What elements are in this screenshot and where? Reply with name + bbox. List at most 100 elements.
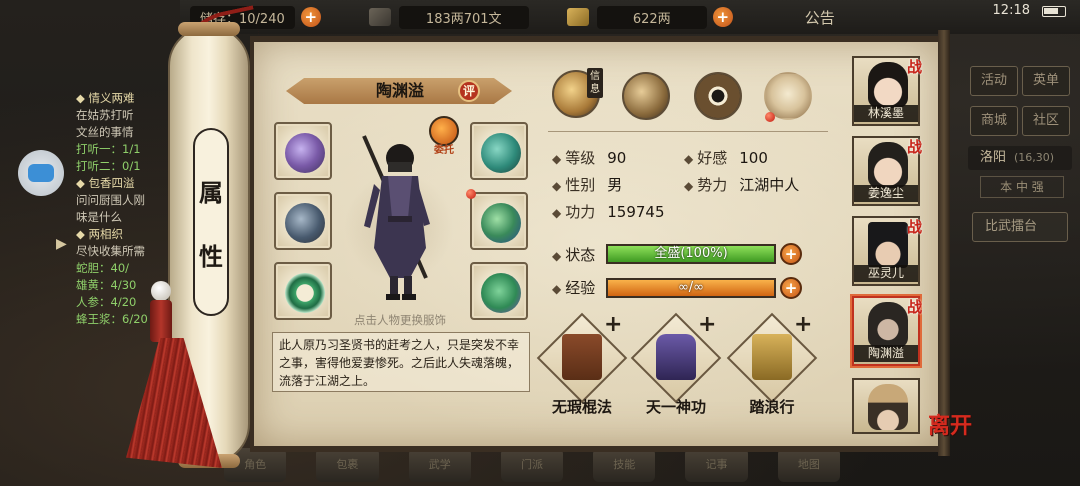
state-add-button[interactable]: + — [780, 243, 802, 265]
gamepad-icon — [28, 164, 54, 182]
bottom-nav-item[interactable]: 记事 — [685, 448, 748, 482]
companion-name: 巫灵儿 — [854, 265, 918, 282]
battery-icon — [1042, 6, 1066, 17]
diamond-bullet-icon: ◆ — [552, 206, 562, 220]
info-tag: 信息 — [587, 68, 603, 98]
notice-button[interactable]: 公告 — [805, 7, 835, 28]
arena-button[interactable]: 比武擂台 — [972, 212, 1068, 242]
equip-slot-gloves[interactable] — [274, 122, 332, 180]
character-description: 此人原乃习圣贤书的赶考之人，只是突发不幸之事，害得他爱妻惨死。之后此人失魂落魄，… — [272, 332, 530, 392]
equip-slot-hat[interactable] — [470, 122, 528, 180]
exp-label: ◆ 经验 — [552, 277, 595, 299]
faction-value: 江湖中人 — [739, 176, 800, 194]
gold-resource: 622两 + — [566, 5, 733, 29]
menu-button[interactable]: 英单 — [1022, 66, 1070, 96]
diamond-bullet-icon: ◆ — [552, 282, 562, 296]
roller-char-1: 属 — [199, 177, 223, 207]
character-sprite — [362, 135, 430, 300]
internal-art-bottle-icon — [656, 334, 696, 380]
gauntlet-icon — [285, 133, 325, 173]
jade-ring-icon — [285, 273, 325, 313]
skill-1-name: 无瑕棍法 — [551, 398, 612, 416]
tassel-bead — [151, 281, 171, 301]
community-button[interactable]: 社区 — [1022, 106, 1070, 136]
power-label: 功力 — [565, 203, 596, 221]
gender-value: 男 — [607, 176, 623, 194]
mall-button[interactable]: 商城 — [970, 106, 1018, 136]
right-side-menu: 活动 英单 商城 社区 洛阳 (16,30) 本 中 强 比武擂台 — [960, 56, 1080, 486]
hat-icon — [481, 133, 521, 173]
skill-3-add-button[interactable]: + — [794, 312, 812, 337]
city-location[interactable]: 洛阳 (16,30) — [968, 146, 1072, 170]
equip-slot-armor[interactable] — [470, 192, 528, 250]
equip-slot-weapon[interactable] — [274, 192, 332, 250]
expand-arrow-icon[interactable]: ▶ — [56, 236, 67, 252]
stat-level: ◆ 等级 90 — [552, 147, 626, 169]
power-value: 159745 — [607, 203, 665, 221]
staff-scroll-icon — [562, 334, 602, 380]
money-icon — [368, 8, 391, 26]
bagua-icon[interactable] — [694, 72, 742, 120]
bottom-nav-item[interactable]: 技能 — [593, 448, 656, 482]
character-portrait[interactable] — [330, 128, 470, 310]
status-clock: 12:18 — [992, 3, 1030, 18]
battle-tag: 战 — [906, 58, 922, 76]
battle-tag: 战 — [906, 218, 922, 236]
skill-2-add-button[interactable]: + — [698, 312, 716, 337]
armor-icon — [481, 203, 521, 243]
pendant-icon — [481, 273, 521, 313]
companion-card[interactable]: 巫灵儿 战 — [852, 216, 922, 286]
stat-gender: ◆ 性别男 — [552, 174, 622, 196]
diamond-bullet-icon: ◆ — [552, 249, 562, 263]
level-label: 等级 — [565, 149, 596, 167]
stat-power: ◆ 功力 159745 — [552, 201, 665, 223]
companion-card[interactable]: 林溪墨 战 — [852, 56, 922, 126]
favor-value: 100 — [739, 149, 768, 167]
money-value: 183两701文 — [398, 5, 529, 29]
roller-char-2: 性 — [199, 241, 223, 271]
skill-1-add-button[interactable]: + — [604, 312, 622, 337]
tassel-knot — [150, 300, 172, 342]
city-coords: (16,30) — [1014, 151, 1055, 164]
state-bar-text: 全盛(100%) — [654, 246, 728, 261]
leave-button[interactable]: 离开 — [926, 406, 974, 446]
state-label: ◆ 状态 — [552, 244, 595, 266]
change-outfit-hint: 点击人物更换服饰 — [354, 313, 446, 327]
gold-add-button[interactable]: + — [712, 7, 733, 27]
storage-add-button[interactable]: + — [300, 7, 321, 27]
state-bar: 全盛(100%) — [606, 244, 776, 264]
companion-portrait — [868, 384, 908, 430]
companion-card[interactable]: 姜逸尘 战 — [852, 136, 922, 206]
exp-label-text: 经验 — [565, 279, 596, 297]
diamond-bullet-icon: ◆ — [552, 179, 562, 193]
skill-2-name: 天一神功 — [645, 398, 706, 416]
dagger-icon — [285, 203, 325, 243]
activity-button[interactable]: 活动 — [970, 66, 1018, 96]
character-name: 陶渊溢 — [375, 81, 424, 100]
bottom-nav-bar: 角色 包裹 武学 门派 技能 记事 地图 — [200, 448, 840, 486]
map-tab-strip[interactable]: 本 中 强 — [980, 176, 1064, 198]
companion-portrait — [868, 302, 908, 348]
companion-portrait — [868, 62, 908, 108]
diamond-bullet-icon: ◆ — [684, 179, 694, 193]
faction-label: 势力 — [697, 176, 728, 194]
bottom-nav-item[interactable]: 武学 — [408, 448, 471, 482]
bag-icon[interactable] — [622, 72, 670, 120]
companion-card-selected[interactable]: 陶渊溢 战 — [852, 296, 922, 366]
review-button[interactable]: 评 — [458, 80, 480, 102]
battle-tag: 战 — [906, 138, 922, 156]
companion-card[interactable] — [852, 378, 920, 434]
bottom-nav-item[interactable]: 地图 — [777, 448, 840, 482]
stat-favor: ◆ 好感 100 — [684, 147, 768, 169]
exp-add-button[interactable]: + — [780, 277, 802, 299]
battle-tag: 战 — [906, 298, 922, 316]
level-value: 90 — [607, 149, 627, 167]
bottom-nav-item[interactable]: 包裹 — [316, 448, 379, 482]
money-resource: 183两701文 — [368, 5, 529, 29]
favor-label: 好感 — [697, 149, 728, 167]
diamond-bullet-icon: ◆ — [684, 152, 694, 166]
companion-name: 姜逸尘 — [854, 185, 918, 202]
stat-faction: ◆ 势力 江湖中人 — [684, 174, 799, 196]
gamepad-button[interactable] — [18, 150, 64, 196]
bottom-nav-item[interactable]: 门派 — [500, 448, 564, 482]
